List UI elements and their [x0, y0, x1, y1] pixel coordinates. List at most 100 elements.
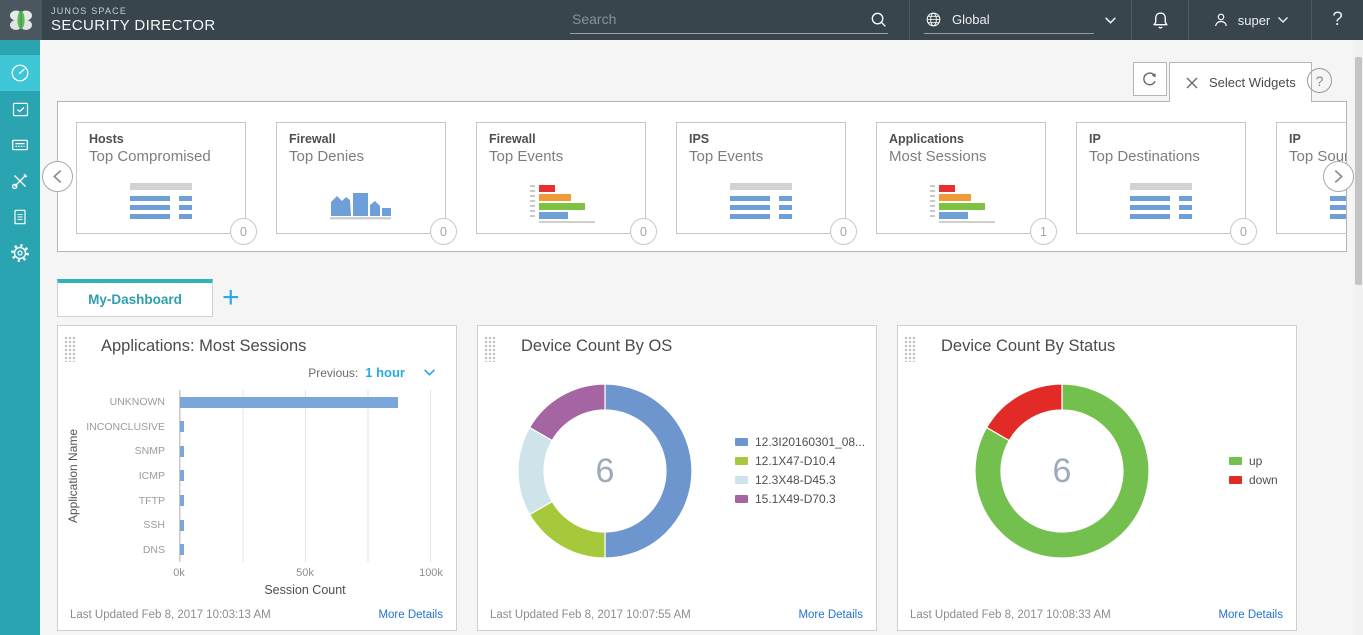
bar[interactable]	[180, 421, 184, 432]
drag-handle-icon[interactable]	[64, 336, 76, 362]
y-tick-label: DNS	[58, 544, 174, 556]
drag-handle-icon[interactable]	[904, 336, 916, 362]
widget-card[interactable]: Firewall Top Denies 0	[276, 122, 446, 234]
legend-item[interactable]: 12.3I20160301_08...	[735, 435, 865, 449]
legend-item[interactable]: 12.1X47-D10.4	[735, 454, 865, 468]
y-tick-label: ICMP	[58, 470, 174, 482]
card-count-badge: 0	[830, 218, 857, 245]
select-widgets-tab[interactable]: Select Widgets	[1169, 62, 1312, 102]
widget-card[interactable]: IPS Top Events 0	[676, 122, 846, 234]
chevron-down-icon[interactable]	[1104, 16, 1117, 25]
widget-card[interactable]: Applications Most Sessions 1	[876, 122, 1046, 234]
legend-swatch	[735, 438, 748, 446]
last-updated-text: Last Updated Feb 8, 2017 10:07:55 AM	[490, 609, 691, 621]
donut-chart-os: 6	[517, 383, 693, 559]
card-subtitle: Top Destinations	[1089, 148, 1233, 165]
widget-card[interactable]: Firewall Top Events 0	[476, 122, 646, 234]
donut-chart-status: 6	[974, 383, 1150, 559]
domain-selector[interactable]: Global	[909, 0, 1131, 40]
card-count-badge: 0	[1230, 218, 1257, 245]
sidebar-item-configure[interactable]	[0, 163, 40, 199]
card-title: Hosts	[89, 132, 233, 146]
legend-item[interactable]: up	[1229, 454, 1278, 468]
question-icon: ?	[1316, 73, 1324, 89]
widget-footer: Last Updated Feb 8, 2017 10:08:33 AM Mor…	[910, 609, 1283, 621]
close-icon[interactable]	[1185, 76, 1199, 90]
table-chart-icon	[1077, 183, 1245, 223]
card-count-badge: 0	[430, 218, 457, 245]
vertical-scrollbar[interactable]	[1354, 40, 1363, 635]
previous-value-dropdown[interactable]: 1 hour	[365, 365, 405, 380]
bar[interactable]	[180, 397, 398, 408]
donut-total: 6	[517, 383, 693, 559]
bar[interactable]	[180, 520, 184, 531]
refresh-button[interactable]	[1133, 62, 1167, 96]
bar[interactable]	[180, 446, 184, 457]
bar[interactable]	[180, 495, 184, 506]
left-nav-sidebar	[0, 40, 40, 635]
card-count-badge: 0	[230, 218, 257, 245]
topbar: JUNOS SPACE SECURITY DIRECTOR Global	[0, 0, 1363, 40]
user-menu[interactable]: super	[1188, 0, 1311, 40]
scrollbar-thumb[interactable]	[1355, 57, 1362, 285]
sidebar-item-reports[interactable]	[0, 199, 40, 235]
sidebar-item-dashboard[interactable]	[0, 55, 40, 91]
legend-label: 12.3I20160301_08...	[755, 435, 865, 449]
help-button[interactable]: ?	[1311, 0, 1363, 40]
chevron-down-icon[interactable]	[1277, 16, 1289, 24]
donut-total: 6	[974, 383, 1150, 559]
legend-swatch	[1229, 476, 1242, 484]
x-axis-tick-labels: 0k50k100k	[179, 567, 431, 581]
more-details-link[interactable]: More Details	[798, 609, 863, 621]
card-title: Firewall	[489, 132, 633, 146]
card-title: IP	[1089, 132, 1233, 146]
report-icon	[10, 207, 30, 227]
y-tick-label: TFTP	[58, 495, 174, 507]
legend-item[interactable]: down	[1229, 473, 1278, 487]
add-dashboard-button[interactable]: +	[222, 283, 240, 313]
widget-card[interactable]: Hosts Top Compromised 0	[76, 122, 246, 234]
chevron-down-icon[interactable]	[423, 368, 436, 377]
page-title: SECURITY DIRECTOR	[51, 18, 216, 33]
notifications-button[interactable]	[1131, 0, 1188, 40]
table-chart-icon	[677, 183, 845, 223]
more-details-link[interactable]: More Details	[378, 609, 443, 621]
widget-footer: Last Updated Feb 8, 2017 10:07:55 AM Mor…	[490, 609, 863, 621]
legend-item[interactable]: 12.3X48-D45.3	[735, 473, 865, 487]
user-icon	[1211, 10, 1231, 30]
tab-my-dashboard[interactable]: My-Dashboard	[57, 279, 213, 317]
bar[interactable]	[180, 544, 184, 555]
user-name: super	[1238, 13, 1271, 28]
sidebar-item-monitor[interactable]	[0, 91, 40, 127]
table-chart-icon	[77, 183, 245, 223]
widget-card[interactable]: IP Top Destinations 0	[1076, 122, 1246, 234]
dashboard-tab-label: My-Dashboard	[88, 292, 182, 307]
previous-label: Previous:	[308, 366, 358, 380]
bar-row	[180, 397, 430, 408]
dashboard-help-button[interactable]: ?	[1307, 68, 1332, 93]
bar[interactable]	[180, 470, 184, 481]
search-icon[interactable]	[869, 10, 888, 29]
card-title: IPS	[689, 132, 833, 146]
card-subtitle: Top Compromised	[89, 148, 233, 165]
sidebar-item-administration[interactable]	[0, 235, 40, 271]
widget-device-count-by-os: Device Count By OS 6 12.3I20160301_08...…	[477, 325, 877, 631]
domain-scope: Global	[924, 6, 1094, 34]
bell-icon	[1149, 9, 1172, 32]
carousel-next-button[interactable]	[1323, 161, 1354, 192]
card-title: Applications	[889, 132, 1033, 146]
area-chart-icon	[277, 185, 445, 223]
legend-item[interactable]: 15.1X49-D70.3	[735, 492, 865, 506]
legend-label: up	[1249, 454, 1262, 468]
y-tick-label: UNKNOWN	[58, 396, 174, 408]
search-input[interactable]	[570, 10, 869, 28]
legend-label: 15.1X49-D70.3	[755, 492, 836, 506]
more-details-link[interactable]: More Details	[1218, 609, 1283, 621]
drag-handle-icon[interactable]	[484, 336, 496, 362]
sidebar-item-devices[interactable]	[0, 127, 40, 163]
carousel-prev-button[interactable]	[42, 161, 73, 192]
domain-label: Global	[952, 12, 990, 27]
juniper-logo[interactable]	[0, 0, 42, 40]
bar-row	[180, 470, 430, 481]
x-tick-label: 50k	[296, 567, 314, 579]
